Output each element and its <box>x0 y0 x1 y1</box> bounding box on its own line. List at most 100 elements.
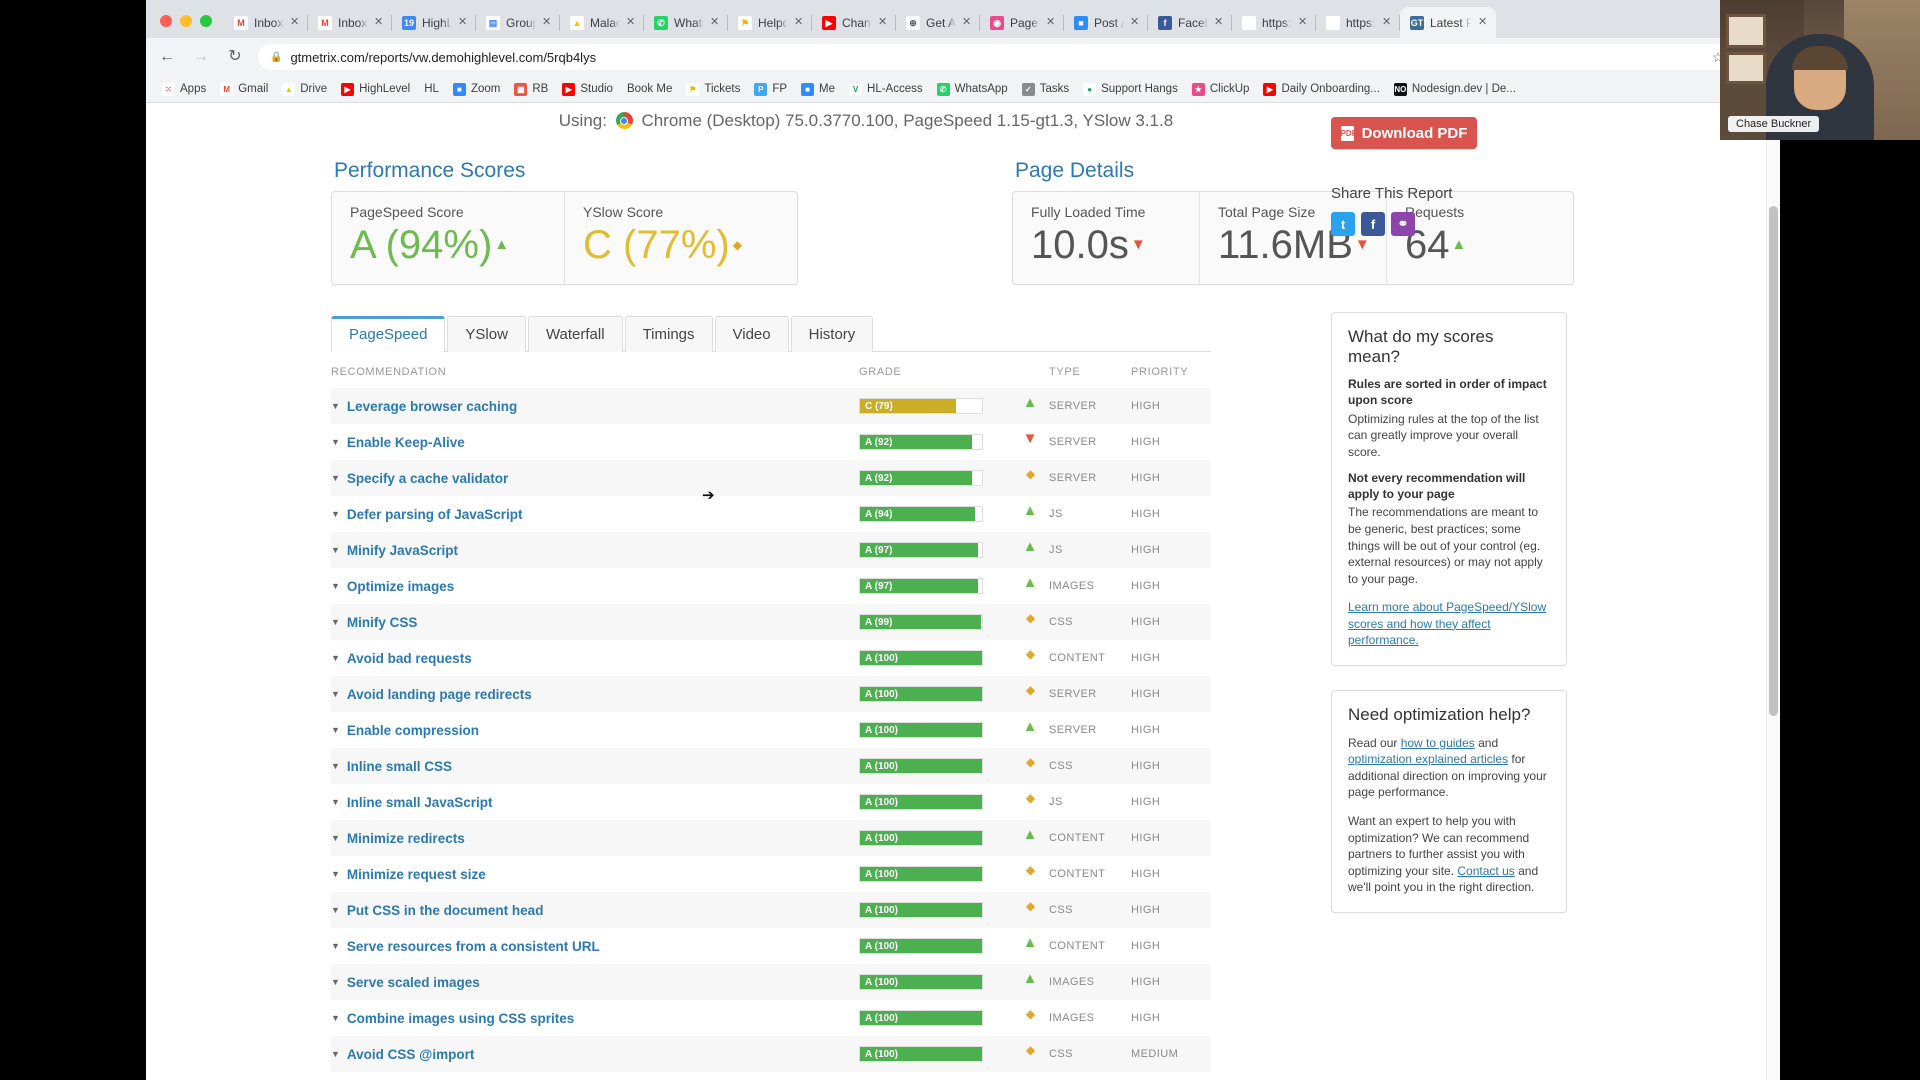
table-row[interactable]: ▼ Put CSS in the document head A (100) ◆ CSS… <box>331 892 1211 928</box>
how-to-guides-link[interactable]: how to guides <box>1401 736 1475 750</box>
close-tab-icon[interactable]: ✕ <box>1130 17 1142 28</box>
bookmark-item[interactable]: ● Support Hangs <box>1077 81 1184 98</box>
recommendation-cell[interactable]: ▼ Minimize redirects <box>331 820 859 856</box>
report-tab-waterfall[interactable]: Waterfall <box>527 316 623 352</box>
table-row[interactable]: ▼ Inline small CSS A (100) ◆ CSS HIGH <box>331 748 1211 784</box>
window-controls[interactable] <box>152 15 224 38</box>
share-facebook-button[interactable]: f <box>1361 212 1385 236</box>
share-link-button[interactable]: ⚭ <box>1391 212 1415 236</box>
bookmark-item[interactable]: M Gmail <box>214 81 274 98</box>
table-row[interactable]: ▼ Inline small JavaScript A (100) ◆ JS HIGH <box>331 784 1211 820</box>
browser-tab[interactable]: ■ Post Atte ✕ <box>1064 7 1148 38</box>
bookmark-item[interactable]: ■ Zoom <box>447 81 506 98</box>
browser-tab[interactable]: ⊕ Get Ahea ✕ <box>896 7 980 38</box>
table-row[interactable]: ▼Prefer asynchronous resourcesA (100)◆JS… <box>331 1072 1211 1080</box>
recommendation-cell[interactable]: ▼ Inline small JavaScript <box>331 784 859 820</box>
expand-arrow-icon[interactable]: ▼ <box>331 545 340 555</box>
expand-arrow-icon[interactable]: ▼ <box>331 1049 340 1059</box>
table-row[interactable]: ▼ Serve resources from a consistent URL A … <box>331 928 1211 964</box>
close-tab-icon[interactable]: ✕ <box>1382 17 1394 28</box>
table-row[interactable]: ▼ Minimize request size A (100) ◆ CONTENT HIG… <box>331 856 1211 892</box>
browser-tab[interactable]: ▲ Malachi M ✕ <box>560 7 644 38</box>
bookmark-item[interactable]: ■ Me <box>795 81 841 98</box>
report-tab-timings[interactable]: Timings <box>624 316 713 352</box>
recommendation-cell[interactable]: ▼ Minify JavaScript <box>331 532 859 568</box>
expand-arrow-icon[interactable]: ▼ <box>331 833 340 843</box>
bookmark-item[interactable]: ★ ClickUp <box>1186 81 1256 98</box>
close-tab-icon[interactable]: ✕ <box>290 17 302 28</box>
bookmark-item[interactable]: ⁙ Apps <box>156 81 212 98</box>
browser-tab[interactable]: ⚑ Helpdesk ✕ <box>728 7 812 38</box>
table-row[interactable]: ▼ Combine images using CSS sprites A (100)… <box>331 1000 1211 1036</box>
recommendation-cell[interactable]: ▼ Leverage browser caching <box>331 388 859 424</box>
recommendation-cell[interactable]: ▼Prefer asynchronous resources <box>331 1072 859 1080</box>
recommendation-cell[interactable]: ▼ Enable compression <box>331 712 859 748</box>
recommendation-cell[interactable]: ▼ Specify a cache validator <box>331 460 859 496</box>
browser-tab[interactable]: ✆ WhatsApp ✕ <box>644 7 728 38</box>
table-row[interactable]: ▼ Minify CSS A (99) ◆ CSS HIGH <box>331 604 1211 640</box>
back-icon[interactable]: ← <box>156 46 178 68</box>
bookmark-item[interactable]: ✓ Tasks <box>1016 81 1075 98</box>
table-row[interactable]: ▼ Optimize images A (97) ▲ IMAGES HIGH <box>331 568 1211 604</box>
close-tab-icon[interactable]: ✕ <box>1478 17 1490 28</box>
expand-arrow-icon[interactable]: ▼ <box>331 581 340 591</box>
table-row[interactable]: ▼ Specify a cache validator A (92) ◆ SERVER H… <box>331 460 1211 496</box>
reload-icon[interactable]: ↻ <box>224 46 246 68</box>
recommendation-cell[interactable]: ▼ Serve scaled images <box>331 964 859 1000</box>
table-row[interactable]: ▼ Leverage browser caching C (79) ▲ SERVER HI… <box>331 388 1211 424</box>
minimize-window-button[interactable] <box>180 15 192 27</box>
close-tab-icon[interactable]: ✕ <box>794 17 806 28</box>
zoom-window-button[interactable] <box>200 15 212 27</box>
close-tab-icon[interactable]: ✕ <box>1046 17 1058 28</box>
expand-arrow-icon[interactable]: ▼ <box>331 797 340 807</box>
expand-arrow-icon[interactable]: ▼ <box>331 473 340 483</box>
scores-learn-more-link[interactable]: Learn more about PageSpeed/YSlow scores … <box>1348 600 1546 647</box>
forward-icon[interactable]: → <box>190 46 212 68</box>
bookmark-item[interactable]: ▶ Daily Onboarding... <box>1257 81 1385 98</box>
recommendation-cell[interactable]: ▼ Inline small CSS <box>331 748 859 784</box>
close-tab-icon[interactable]: ✕ <box>1214 17 1226 28</box>
expand-arrow-icon[interactable]: ▼ <box>331 869 340 879</box>
browser-tab[interactable]: https://ap ✕ <box>1232 7 1316 38</box>
optimization-articles-link[interactable]: optimization explained articles <box>1348 752 1508 766</box>
close-tab-icon[interactable]: ✕ <box>710 17 722 28</box>
address-bar[interactable]: 🔒 gtmetrix.com/reports/vw.demohighlevel.… <box>258 44 1740 70</box>
expand-arrow-icon[interactable]: ▼ <box>331 725 340 735</box>
bookmark-item[interactable]: ⚑ Tickets <box>680 81 746 98</box>
recommendation-cell[interactable]: ▼ Minify CSS <box>331 604 859 640</box>
table-row[interactable]: ▼ Avoid landing page redirects A (100) ◆ SER… <box>331 676 1211 712</box>
contact-us-link[interactable]: Contact us <box>1457 864 1514 878</box>
report-tab-pagespeed[interactable]: PageSpeed <box>331 316 446 352</box>
bookmark-item[interactable]: ✆ WhatsApp <box>931 81 1014 98</box>
bookmark-item[interactable]: V HL-Access <box>843 81 929 98</box>
expand-arrow-icon[interactable]: ▼ <box>331 689 340 699</box>
recommendation-cell[interactable]: ▼ Avoid CSS @import <box>331 1036 859 1072</box>
table-row[interactable]: ▼ Avoid bad requests A (100) ◆ CONTENT HIGH <box>331 640 1211 676</box>
close-window-button[interactable] <box>160 15 172 27</box>
recommendation-cell[interactable]: ▼ Put CSS in the document head <box>331 892 859 928</box>
recommendation-cell[interactable]: ▼ Serve resources from a consistent URL <box>331 928 859 964</box>
expand-arrow-icon[interactable]: ▼ <box>331 905 340 915</box>
bookmark-item[interactable]: ▶ Studio <box>556 81 619 98</box>
expand-arrow-icon[interactable]: ▼ <box>331 509 340 519</box>
table-row[interactable]: ▼ Enable compression A (100) ▲ SERVER HIGH <box>331 712 1211 748</box>
recommendation-cell[interactable]: ▼ Optimize images <box>331 568 859 604</box>
bookmark-item[interactable]: ▲ Drive <box>276 81 333 98</box>
recommendation-cell[interactable]: ▼ Enable Keep-Alive <box>331 424 859 460</box>
browser-tab[interactable]: M Inbox (4) ✕ <box>224 7 308 38</box>
bookmark-item[interactable]: Book Me <box>621 81 678 97</box>
table-row[interactable]: ▼ Minify JavaScript A (97) ▲ JS HIGH <box>331 532 1211 568</box>
expand-arrow-icon[interactable]: ▼ <box>331 653 340 663</box>
bookmark-item[interactable]: ▶ HighLevel <box>335 81 416 98</box>
close-tab-icon[interactable]: ✕ <box>962 17 974 28</box>
share-twitter-button[interactable]: t <box>1331 212 1355 236</box>
close-tab-icon[interactable]: ✕ <box>1298 17 1310 28</box>
close-tab-icon[interactable]: ✕ <box>626 17 638 28</box>
table-row[interactable]: ▼ Avoid CSS @import A (100) ◆ CSS MEDIUM <box>331 1036 1211 1072</box>
expand-arrow-icon[interactable]: ▼ <box>331 437 340 447</box>
browser-tab[interactable]: ▤ Group Se ✕ <box>476 7 560 38</box>
bookmark-item[interactable]: NO Nodesign.dev | De... <box>1388 81 1522 98</box>
close-tab-icon[interactable]: ✕ <box>458 17 470 28</box>
expand-arrow-icon[interactable]: ▼ <box>331 401 340 411</box>
close-tab-icon[interactable]: ✕ <box>878 17 890 28</box>
